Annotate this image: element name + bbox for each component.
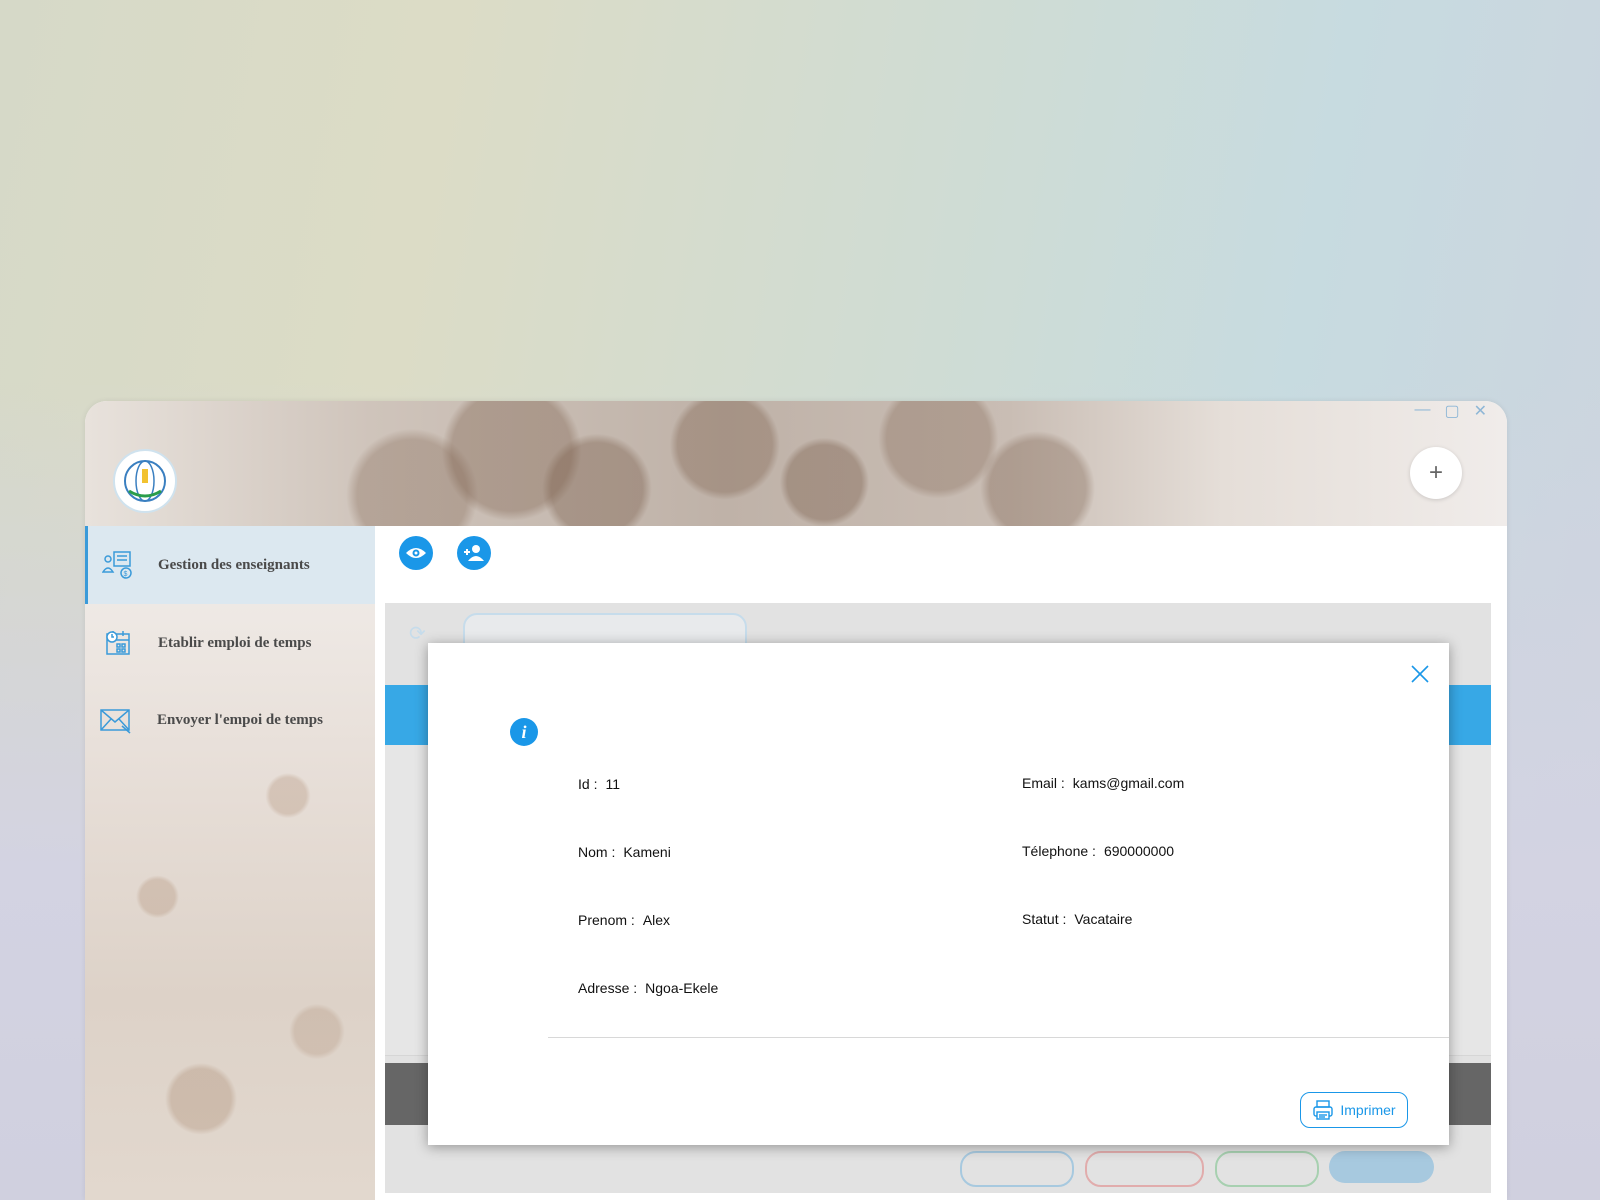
view-button-background: [1329, 1151, 1434, 1183]
field-value: Ngoa-Ekele: [645, 980, 719, 996]
field-label: Adresse :: [578, 980, 638, 996]
maximize-button[interactable]: ▢: [1444, 401, 1459, 421]
field-label: Id :: [578, 776, 598, 792]
print-button-label: Imprimer: [1340, 1102, 1396, 1118]
field-value: kams@gmail.com: [1072, 775, 1185, 791]
sidebar-item-label: Etablir emploi de temps: [158, 634, 312, 651]
field-nom: Nom : Kameni: [578, 844, 671, 860]
field-label: Email :: [1022, 775, 1065, 791]
add-button[interactable]: +: [1410, 447, 1462, 499]
field-value: 11: [605, 776, 621, 792]
field-value: Kameni: [623, 844, 671, 860]
svg-text:$: $: [124, 571, 128, 578]
edit-button-background: [1215, 1151, 1319, 1187]
info-icon: i: [510, 718, 538, 746]
header-banner: — ▢ ✕ +: [85, 401, 1507, 526]
eye-icon: [406, 548, 426, 558]
sidebar: $ Gestion des enseignants Etablir emploi…: [85, 526, 378, 1200]
close-window-button[interactable]: ✕: [1474, 401, 1487, 421]
add-user-icon: [464, 545, 484, 561]
sidebar-item-envoyer-emploi[interactable]: Envoyer l'empoi de temps: [85, 681, 375, 759]
field-label: Nom :: [578, 844, 616, 860]
field-prenom: Prenom : Alex: [578, 912, 670, 928]
field-label: Télephone :: [1022, 843, 1096, 859]
field-telephone: Télephone : 690000000: [1022, 843, 1174, 859]
view-button[interactable]: [399, 536, 433, 570]
field-label: Prenom :: [578, 912, 635, 928]
teacher-management-icon: $: [100, 548, 134, 582]
close-icon[interactable]: [1409, 663, 1431, 685]
field-label: Statut :: [1022, 911, 1067, 927]
field-email: Email : kams@gmail.com: [1022, 775, 1184, 791]
sidebar-item-label: Gestion des enseignants: [158, 556, 310, 573]
divider: [548, 1037, 1449, 1038]
sidebar-item-etablir-emploi[interactable]: Etablir emploi de temps: [85, 604, 375, 682]
field-adresse: Adresse : Ngoa-Ekele: [578, 980, 718, 996]
field-value: 690000000: [1103, 843, 1175, 859]
teacher-detail-dialog: i Id : 11 Nom : Kameni Prenom : Alex Adr…: [428, 643, 1449, 1145]
sidebar-item-gestion-enseignants[interactable]: $ Gestion des enseignants: [85, 526, 378, 604]
delete-button-background: [1085, 1151, 1204, 1187]
refresh-icon: ⟳: [409, 623, 426, 645]
add-user-button[interactable]: [457, 536, 491, 570]
calendar-clock-icon: [100, 626, 134, 660]
field-value: Alex: [642, 912, 671, 928]
envelope-icon: [99, 703, 133, 737]
minimize-button[interactable]: —: [1414, 401, 1430, 421]
field-value: Vacataire: [1074, 911, 1133, 927]
field-statut: Statut : Vacataire: [1022, 911, 1132, 927]
window-controls: — ▢ ✕: [1414, 401, 1487, 421]
print-button[interactable]: Imprimer: [1300, 1092, 1408, 1128]
sidebar-item-label: Envoyer l'empoi de temps: [157, 711, 323, 728]
field-id: Id : 11: [578, 776, 620, 792]
school-logo: [113, 449, 177, 513]
printer-icon: [1313, 1100, 1334, 1120]
print-button-background: [960, 1151, 1074, 1187]
